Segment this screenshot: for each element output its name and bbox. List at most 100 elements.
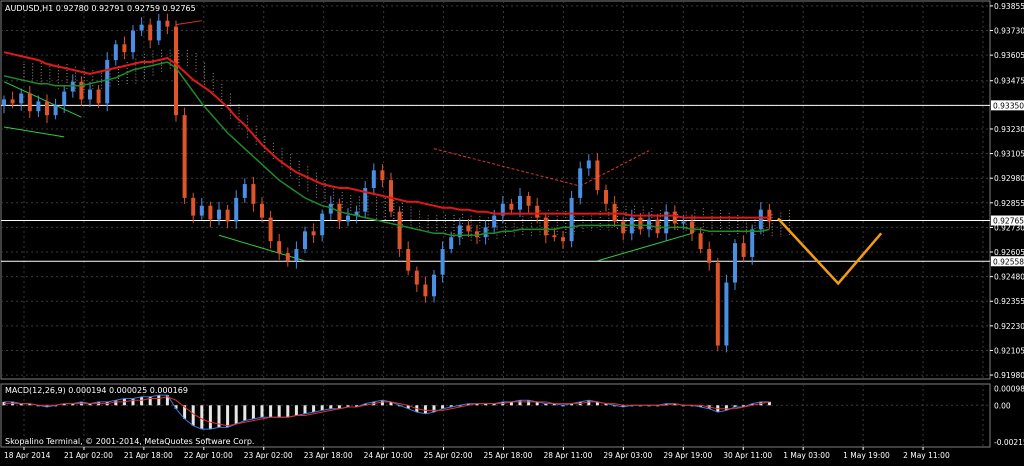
- candle-body: [578, 168, 583, 198]
- candle-body: [346, 215, 350, 222]
- candle-body: [569, 197, 574, 242]
- candle-body: [380, 170, 385, 181]
- time-tick-label: 24 Apr 10:00: [364, 451, 413, 460]
- time-tick-label: 23 Apr 18:00: [304, 451, 353, 460]
- macd-histogram-bar: [260, 405, 264, 418]
- candle-body: [27, 93, 32, 112]
- macd-histogram-bar: [114, 400, 118, 406]
- candle-body: [466, 225, 471, 232]
- candle-body: [277, 241, 282, 253]
- macd-histogram-bar: [277, 405, 281, 418]
- candle-body: [543, 217, 548, 236]
- candle-body: [707, 249, 712, 263]
- candle-body: [483, 227, 488, 238]
- price-tag-label: 0.92765: [993, 217, 1024, 226]
- candle-body: [595, 160, 600, 190]
- price-tick-label: 0.92605: [994, 248, 1024, 257]
- candle-body: [724, 282, 729, 346]
- candle-body: [165, 20, 170, 27]
- candle-body: [45, 101, 49, 116]
- macd-histogram-bar: [157, 395, 161, 406]
- candle-body: [10, 99, 15, 104]
- candle-body: [217, 209, 221, 220]
- candle-body: [733, 243, 737, 283]
- candle-body: [242, 184, 247, 198]
- candle-body: [432, 274, 436, 297]
- macd-histogram-bar: [320, 405, 324, 411]
- candle-body: [492, 215, 497, 228]
- candle-body: [423, 284, 428, 297]
- candle-body: [122, 44, 127, 53]
- time-tick-label: 29 Apr 03:00: [603, 451, 652, 460]
- macd-histogram-bar: [312, 405, 316, 413]
- candle-body: [311, 231, 316, 236]
- candle-body: [561, 237, 565, 242]
- candle-body: [260, 203, 264, 218]
- price-tick-label: 0.92230: [994, 322, 1024, 331]
- macd-histogram-bar: [303, 405, 307, 414]
- time-tick-label: 21 Apr 02:00: [64, 451, 113, 460]
- macd-histogram-bar: [140, 396, 144, 406]
- candle-body: [225, 209, 230, 222]
- candle-body: [690, 221, 694, 234]
- candle-body: [320, 213, 325, 236]
- price-tick-label: 0.93105: [994, 150, 1024, 159]
- macd-histogram-bar: [269, 405, 273, 418]
- candle-body: [53, 105, 58, 116]
- candle-body: [182, 115, 187, 198]
- candle-body: [604, 190, 608, 204]
- time-tick-label: 25 Apr 02:00: [424, 451, 473, 460]
- macd-histogram-bar: [200, 405, 204, 430]
- candle-body: [131, 30, 135, 53]
- price-tick-label: 0.92980: [994, 174, 1024, 183]
- macd-histogram-bar: [432, 405, 436, 413]
- time-tick-label: 28 Apr 11:00: [543, 451, 592, 460]
- candle-body: [191, 197, 196, 216]
- candle-body: [2, 99, 6, 106]
- macd-histogram-bar: [380, 400, 384, 406]
- macd-histogram-bar: [423, 405, 427, 414]
- candle-body: [105, 60, 110, 104]
- candle-body: [552, 235, 557, 238]
- candle-body: [758, 209, 763, 230]
- macd-histogram-bar: [527, 400, 531, 406]
- macd-histogram-bar: [587, 400, 591, 406]
- candle-body: [647, 219, 651, 230]
- candle-body: [19, 93, 24, 104]
- candle-body: [303, 231, 307, 250]
- candle-body: [79, 81, 84, 100]
- candle-body: [698, 233, 703, 250]
- time-tick-label: 30 Apr 11:00: [723, 451, 772, 460]
- candle-body: [268, 217, 273, 242]
- candle-body: [681, 221, 686, 224]
- macd-histogram-bar: [208, 405, 212, 430]
- candle-body: [156, 20, 161, 41]
- candle-body: [251, 184, 256, 204]
- price-tick-label: 0.93855: [994, 2, 1024, 11]
- macd-histogram-bar: [243, 405, 247, 421]
- candle-body: [406, 249, 411, 271]
- macd-histogram-bar: [329, 405, 333, 409]
- candle-body: [294, 249, 299, 261]
- candle-body: [36, 101, 41, 112]
- macd-tick-label: 0.00: [994, 401, 1011, 410]
- candle-body: [767, 209, 772, 222]
- candle-body: [440, 249, 445, 275]
- candle-body: [509, 203, 514, 210]
- candle-body: [535, 205, 540, 218]
- candle-body: [70, 81, 75, 92]
- candle-body: [414, 270, 419, 285]
- macd-histogram-bar: [191, 405, 195, 426]
- time-tick-label: 23 Apr 02:00: [244, 451, 293, 460]
- macd-histogram-bar: [286, 405, 290, 418]
- candle-body: [741, 243, 746, 257]
- price-tick-label: 0.93605: [994, 51, 1024, 60]
- candle-body: [148, 24, 153, 41]
- price-tick-label: 0.93230: [994, 125, 1024, 134]
- price-tick-label: 0.92855: [994, 199, 1024, 208]
- candle-body: [113, 44, 118, 61]
- candle-body: [199, 205, 204, 216]
- candle-body: [397, 211, 402, 250]
- candle-body: [449, 237, 454, 250]
- candle-body: [234, 197, 239, 222]
